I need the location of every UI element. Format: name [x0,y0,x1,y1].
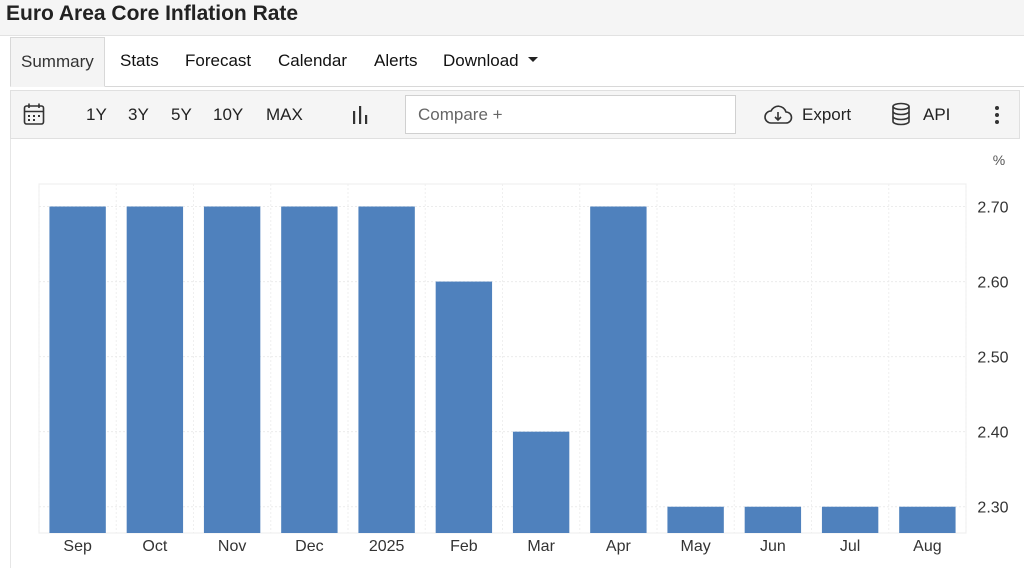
title-bar: Euro Area Core Inflation Rate [0,0,1024,36]
range-3y[interactable]: 3Y [128,91,149,138]
chart-toolbar: 1Y 3Y 5Y 10Y MAX Compare + Export API [10,90,1020,139]
x-tick-label: Sep [63,538,92,555]
range-10y[interactable]: 10Y [213,91,243,138]
bar[interactable] [49,206,106,534]
bar[interactable] [435,281,493,533]
tab-forecast[interactable]: Forecast [185,37,251,87]
compare-input[interactable]: Compare + [405,95,736,134]
bar[interactable] [821,506,879,533]
bar[interactable] [203,206,261,534]
x-tick-label: Jun [760,538,786,555]
tab-download[interactable]: Download [443,37,538,87]
tab-stats[interactable]: Stats [120,37,159,87]
database-icon[interactable] [891,102,911,126]
bar[interactable] [590,206,647,534]
calendar-icon[interactable] [23,102,45,126]
chevron-down-icon [527,57,538,63]
x-tick-label: Dec [295,538,323,555]
y-tick-label: 2.30 [977,500,1008,517]
bar[interactable] [126,206,184,534]
bar[interactable] [512,431,570,533]
api-button[interactable]: API [923,91,950,138]
x-tick-label: 2025 [369,538,405,555]
y-tick-label: 2.70 [977,200,1008,217]
y-axis-unit: % [993,152,1005,168]
x-axis-labels: Sep Oct Nov Dec 2025 Feb Mar Apr May Jun Jul Aug [63,538,941,555]
tab-calendar[interactable]: Calendar [278,37,347,87]
bar[interactable] [744,506,802,533]
y-axis-labels: 2.70 2.60 2.50 2.40 2.30 [977,200,1008,517]
x-tick-label: May [681,538,711,555]
range-1y[interactable]: 1Y [86,91,107,138]
tab-summary[interactable]: Summary [10,37,105,87]
bar-chart-icon[interactable] [351,105,369,125]
export-button[interactable]: Export [802,91,851,138]
tab-download-label: Download [443,51,519,70]
range-5y[interactable]: 5Y [171,91,192,138]
y-tick-label: 2.50 [977,350,1008,367]
x-tick-label: Nov [218,538,246,555]
bar[interactable] [667,506,724,533]
x-tick-label: Feb [450,538,478,555]
more-vertical-icon[interactable] [993,105,1001,125]
cloud-download-icon[interactable] [763,104,793,126]
bar[interactable] [899,506,956,533]
y-tick-label: 2.40 [977,425,1008,442]
x-tick-label: Oct [142,538,167,555]
tab-bar: Summary Stats Forecast Calendar Alerts D… [10,37,1024,87]
x-tick-label: Mar [527,538,555,555]
x-tick-label: Apr [606,538,632,555]
x-tick-label: Jul [840,538,860,555]
range-max[interactable]: MAX [266,91,303,138]
tab-alerts[interactable]: Alerts [374,37,417,87]
bar[interactable] [281,206,338,534]
y-tick-label: 2.60 [977,275,1008,292]
bar[interactable] [358,206,415,534]
bar-chart: Sep Oct Nov Dec 2025 Feb Mar Apr May Jun Jul Aug 2.… [38,152,1009,555]
chart-area: Sep Oct Nov Dec 2025 Feb Mar Apr May Jun Jul Aug 2.… [10,139,1020,568]
x-tick-label: Aug [913,538,941,555]
page-title: Euro Area Core Inflation Rate [6,2,299,25]
